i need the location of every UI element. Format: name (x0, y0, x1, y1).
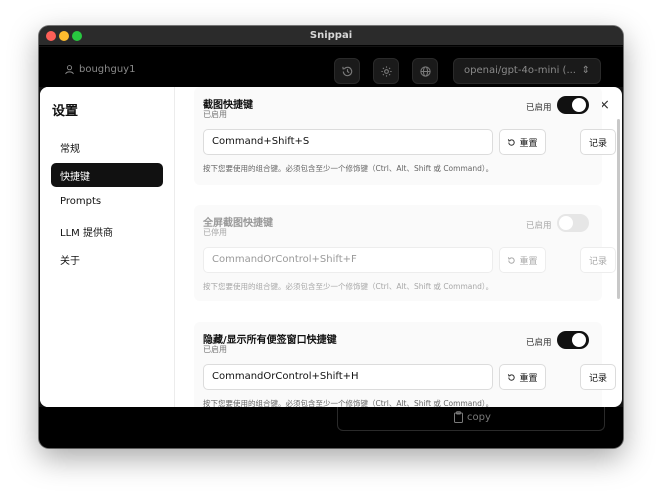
model-select-value: openai/gpt-4o-mini (... (464, 65, 576, 76)
shortcut-card-screenshot: 截图快捷键 已启用 已启用 Command+Shift+S 重置 记录 按下您要… (194, 87, 616, 185)
shortcut-input[interactable]: CommandOrControl+Shift+H (203, 364, 493, 390)
toggle-label: 已启用 (526, 338, 552, 348)
copy-label: copy (467, 411, 491, 423)
reset-icon (508, 138, 516, 146)
toggle-label: 已启用 (526, 103, 552, 113)
scrollbar[interactable] (617, 119, 620, 299)
nav-llm-providers[interactable]: LLM 提供商 (51, 219, 163, 243)
nav-about[interactable]: 关于 (51, 247, 163, 271)
shortcut-enable-toggle[interactable] (557, 96, 589, 114)
record-button[interactable]: 记录 (580, 247, 616, 273)
history-button[interactable] (334, 58, 360, 84)
shortcut-input[interactable]: Command+Shift+S (203, 129, 493, 155)
shortcut-hint: 按下您要使用的组合键。必须包含至少一个修饰键（Ctrl、Alt、Shift 或 … (203, 399, 494, 407)
reset-icon (508, 256, 516, 264)
toggle-knob (572, 333, 586, 347)
settings-button[interactable] (373, 58, 399, 84)
nav-prompts[interactable]: Prompts (51, 191, 163, 215)
shortcut-status: 已停用 (203, 228, 227, 237)
nav-shortcuts[interactable]: 快捷键 (51, 163, 163, 187)
reset-button[interactable]: 重置 (499, 364, 546, 390)
reset-label: 重置 (519, 373, 538, 384)
clipboard-icon (454, 411, 463, 423)
toggle-knob (572, 98, 586, 112)
shortcut-enable-toggle[interactable] (557, 331, 589, 349)
model-select[interactable]: openai/gpt-4o-mini (... ⇕ (453, 58, 601, 84)
reset-label: 重置 (519, 256, 538, 267)
globe-icon (419, 65, 431, 77)
shortcut-card-fullscreen: 全屏截图快捷键 已停用 已启用 CommandOrControl+Shift+F… (194, 205, 616, 301)
shortcut-hint: 按下您要使用的组合键。必须包含至少一个修饰键（Ctrl、Alt、Shift 或 … (203, 164, 494, 173)
toggle-label: 已启用 (526, 221, 552, 231)
reset-label: 重置 (519, 138, 538, 149)
shortcut-status: 已启用 (203, 110, 227, 119)
window-title: Snippai (309, 30, 353, 41)
user-icon (65, 65, 74, 75)
toggle-knob (559, 216, 573, 230)
settings-dialog: 设置 常规 快捷键 Prompts LLM 提供商 关于 × 截图快捷键 已启用… (40, 87, 622, 407)
shortcut-hint: 按下您要使用的组合键。必须包含至少一个修饰键（Ctrl、Alt、Shift 或 … (203, 282, 494, 291)
shortcuts-panel: × 截图快捷键 已启用 已启用 Command+Shift+S 重置 记录 按下… (176, 87, 622, 407)
bottom-bar: copy (39, 407, 623, 448)
title-bar: Snippai (39, 26, 623, 46)
nav-general[interactable]: 常规 (51, 135, 163, 159)
shortcut-enable-toggle[interactable] (557, 214, 589, 232)
settings-title: 设置 (52, 104, 79, 119)
chevron-updown-icon: ⇕ (581, 65, 590, 76)
language-button[interactable] (412, 58, 438, 84)
history-icon (341, 66, 352, 76)
app-toolbar: boughguy1 openai/gpt-4o-mini (... ⇕ (39, 47, 623, 87)
username: boughguy1 (79, 64, 136, 75)
reset-button[interactable]: 重置 (499, 247, 546, 273)
reset-button[interactable]: 重置 (499, 129, 546, 155)
shortcut-card-toggle-notes: 隐藏/显示所有便签窗口快捷键 已启用 已启用 CommandOrControl+… (194, 322, 616, 407)
copy-button[interactable]: copy (453, 411, 491, 423)
record-button[interactable]: 记录 (580, 129, 616, 155)
shortcut-status: 已启用 (203, 345, 227, 354)
shortcut-input[interactable]: CommandOrControl+Shift+F (203, 247, 493, 273)
reset-icon (508, 373, 516, 381)
record-button[interactable]: 记录 (580, 364, 616, 390)
settings-sidebar: 设置 常规 快捷键 Prompts LLM 提供商 关于 (40, 87, 175, 407)
settings-icon (380, 65, 392, 77)
user-account[interactable]: boughguy1 (64, 64, 135, 75)
